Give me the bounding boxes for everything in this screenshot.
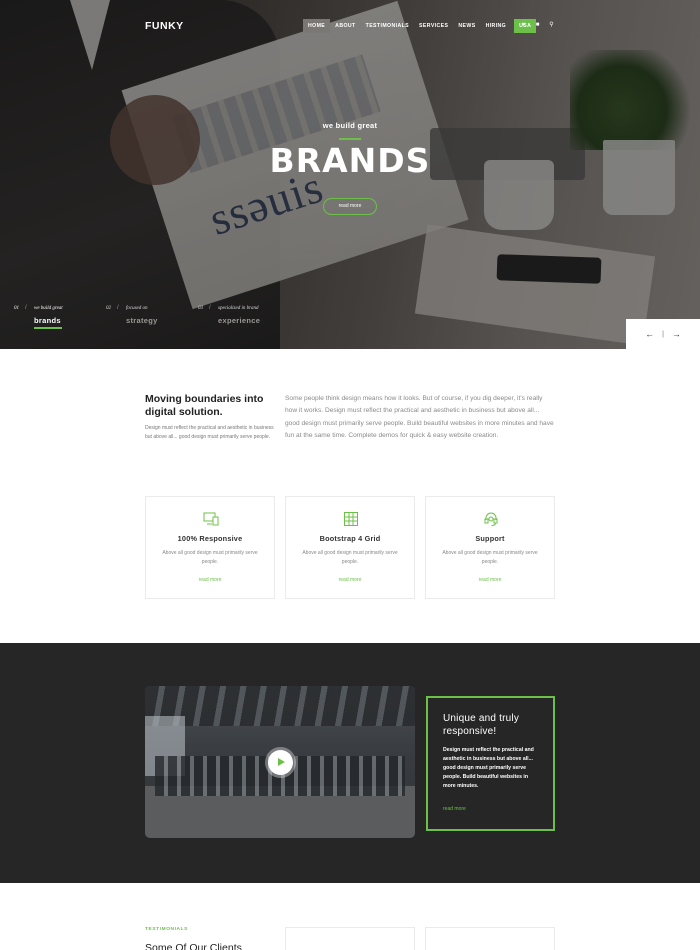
feature-title: 100% Responsive — [177, 534, 243, 543]
testimonial-card — [425, 927, 555, 950]
play-icon[interactable] — [268, 750, 293, 775]
testimonials-title: Some Of Our Clients — [145, 942, 242, 950]
heart-icon[interactable]: ♥ — [520, 22, 527, 29]
testimonials-label: TESTIMONIALS — [145, 927, 188, 932]
hero-subtitle: we build great — [322, 121, 378, 130]
hero-divider — [339, 138, 361, 140]
logo[interactable]: FUNKY — [145, 20, 184, 32]
intro-right-text: Some people think design means how it lo… — [285, 395, 554, 439]
feature-text: Above all good design must primarily ser… — [162, 550, 258, 565]
feature-title: Support — [475, 534, 505, 543]
promo-title: Unique and truly responsive! — [443, 713, 520, 737]
feature-read-more-link[interactable]: read more — [286, 577, 414, 583]
hero-section: ssəuis FUNKY HOME ABOUT TESTIMONIALS SER… — [0, 0, 700, 349]
bag-icon[interactable]: ■ — [534, 22, 541, 29]
arrow-right-icon[interactable]: → — [672, 329, 681, 339]
hero-read-more-button[interactable]: read more — [323, 198, 377, 215]
top-nav: FUNKY HOME ABOUT TESTIMONIALS SERVICES N… — [0, 0, 700, 50]
testimonial-card — [285, 927, 415, 950]
grid-icon — [343, 511, 359, 527]
feature-card-support: Support Above all good design must prima… — [425, 496, 555, 599]
menu-item-testimonials[interactable]: TESTIMONIALS — [361, 19, 414, 33]
slide-active-indicator — [34, 327, 62, 329]
feature-text: Above all good design must primarily ser… — [442, 550, 538, 565]
promo-card: Unique and truly responsive! Design must… — [426, 696, 555, 831]
feature-read-more-link[interactable]: read more — [146, 577, 274, 583]
menu-item-home[interactable]: HOME — [303, 19, 331, 33]
feature-text: Above all good design must primarily ser… — [302, 550, 398, 565]
slider-arrows: ← | → — [626, 319, 700, 349]
search-icon[interactable]: ⚲ — [548, 22, 555, 29]
promo-text: Design must reflect the practical and ae… — [443, 747, 534, 789]
devices-icon — [203, 511, 219, 527]
menu-item-services[interactable]: SERVICES — [414, 19, 453, 33]
hero-title: BRANDS — [269, 141, 431, 180]
promo-read-more-link[interactable]: read more — [443, 806, 466, 812]
feature-read-more-link[interactable]: read more — [426, 577, 554, 583]
feature-title: Bootstrap 4 Grid — [319, 534, 381, 543]
headset-icon — [483, 511, 499, 527]
menu-item-news[interactable]: NEWS — [453, 19, 480, 33]
features-row: 100% Responsive Above all good design mu… — [145, 496, 555, 599]
nav-icons: ♥ ■ ⚲ — [520, 22, 555, 29]
arrow-left-icon[interactable]: ← — [645, 329, 654, 339]
feature-card-grid: Bootstrap 4 Grid Above all good design m… — [285, 496, 415, 599]
menu-item-hiring[interactable]: HIRING — [481, 19, 512, 33]
arrow-divider: | — [662, 330, 664, 338]
menu-item-about[interactable]: ABOUT — [330, 19, 360, 33]
feature-card-responsive: 100% Responsive Above all good design mu… — [145, 496, 275, 599]
intro-left-text: Design must reflect the practical and ae… — [145, 425, 274, 440]
main-menu: HOME ABOUT TESTIMONIALS SERVICES NEWS HI… — [303, 19, 537, 33]
intro-title: Moving boundaries into digital solution. — [145, 393, 264, 418]
